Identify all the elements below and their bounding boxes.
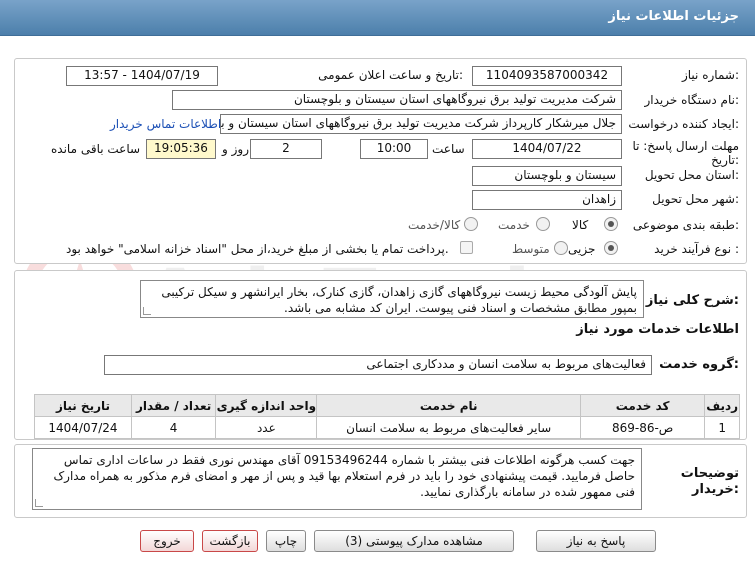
page-title: جزئیات اطلاعات نیاز — [608, 9, 739, 24]
service-group-label: گروه خدمت: — [659, 357, 739, 372]
category-radio-service[interactable] — [536, 217, 550, 231]
category-option-service: خدمت — [498, 218, 530, 232]
deadline-label: مهلت ارسال پاسخ: تا — [632, 139, 739, 153]
col-service-name: نام خدمت — [316, 394, 581, 417]
need-number-label: شماره نیاز: — [681, 68, 739, 82]
category-option-goods: کالا — [572, 218, 589, 232]
cell-unit: عدد — [215, 416, 318, 439]
province-label: استان محل تحویل: — [644, 168, 739, 182]
description-text: پایش آلودگی محیط زیست نیروگاههای گازی زا… — [140, 280, 644, 318]
category-radio-goods[interactable] — [604, 217, 618, 231]
remaining-label: ساعت باقی مانده — [51, 142, 141, 156]
resize-grip-icon[interactable] — [35, 499, 43, 507]
col-row: ردیف — [704, 394, 740, 417]
treasury-payment-note: پرداخت تمام یا بخشی از مبلغ خرید،از محل … — [66, 242, 449, 256]
process-radio-minor[interactable] — [604, 241, 618, 255]
services-table: تاریخ نیاز تعداد / مقدار واحد اندازه گیر… — [34, 394, 740, 439]
cell-quantity: 4 — [130, 416, 217, 439]
contact-info-link[interactable]: اطلاعات تماس خریدار — [110, 117, 221, 131]
reply-button[interactable]: پاسخ به نیاز — [536, 530, 656, 552]
category-option-both: کالا/خدمت — [408, 218, 461, 232]
buyer-org-label: نام دستگاه خریدار: — [644, 93, 740, 107]
process-option-medium: متوسط — [512, 242, 550, 256]
table-header-row: تاریخ نیاز تعداد / مقدار واحد اندازه گیر… — [34, 394, 740, 417]
category-radio-both[interactable] — [464, 217, 478, 231]
description-label: شرح کلی نیاز: — [645, 293, 739, 308]
cell-service-name: سایر فعالیت‌های مربوط به سلامت انسان — [316, 416, 581, 439]
creator-label: ایجاد کننده درخواست: — [628, 117, 739, 131]
title-bar: جزئیات اطلاعات نیاز — [0, 0, 755, 36]
service-group-field: فعالیت‌های مربوط به سلامت انسان و مددکار… — [104, 355, 652, 375]
buyer-org-field: شرکت مدیریت تولید برق نیروگاههای استان س… — [172, 90, 622, 110]
process-radio-medium[interactable] — [554, 241, 568, 255]
treasury-payment-checkbox[interactable] — [460, 241, 473, 254]
cell-service-code: ص-86-869 — [579, 416, 706, 439]
deadline-hour-label: ساعت — [432, 142, 465, 156]
category-label: طبقه بندی موضوعی: — [632, 218, 739, 232]
resize-grip-icon[interactable] — [143, 307, 151, 315]
cell-need-date: 1404/07/24 — [34, 416, 132, 439]
announce-date-field: 1404/07/19 - 13:57 — [66, 66, 218, 86]
buyer-notes-label-2: خریدار: — [692, 482, 739, 497]
exit-button[interactable]: خروج — [140, 530, 194, 552]
col-quantity: تعداد / مقدار — [130, 394, 217, 417]
deadline-date-field: 1404/07/22 — [472, 139, 622, 159]
announce-date-label: تاریخ و ساعت اعلان عمومی: — [318, 68, 463, 82]
services-section-title: اطلاعات خدمات مورد نیاز — [576, 322, 739, 337]
province-field: سیستان و بلوچستان — [472, 166, 622, 186]
city-label: شهر محل تحویل: — [652, 192, 739, 206]
process-option-minor: جزیی — [568, 242, 596, 256]
buyer-notes-label: توضیحات — [680, 466, 739, 481]
need-number-field: 1104093587000342 — [472, 66, 622, 86]
process-label: نوع فرآیند خرید : — [654, 242, 739, 256]
creator-field: جلال میرشکار کارپرداز شرکت مدیریت تولید … — [220, 114, 622, 134]
deadline-date-label: تاریخ: — [711, 153, 739, 167]
print-button[interactable]: چاپ — [266, 530, 306, 552]
view-attachments-button[interactable]: مشاهده مدارک پیوستی (3) — [314, 530, 514, 552]
remaining-time-field: 19:05:36 — [146, 139, 216, 159]
city-field: زاهدان — [472, 190, 622, 210]
days-label: روز و — [222, 142, 249, 156]
deadline-hour-field: 10:00 — [360, 139, 428, 159]
col-unit: واحد اندازه گیری — [215, 394, 318, 417]
buyer-notes-content: جهت کسب هرگونه اطلاعات فنی بیشتر با شمار… — [53, 453, 635, 499]
back-button[interactable]: بازگشت — [202, 530, 258, 552]
table-row: 1404/07/24 4 عدد سایر فعالیت‌های مربوط ب… — [34, 416, 740, 439]
col-need-date: تاریخ نیاز — [34, 394, 132, 417]
days-field: 2 — [250, 139, 322, 159]
buyer-notes-text: جهت کسب هرگونه اطلاعات فنی بیشتر با شمار… — [32, 448, 642, 510]
cell-row-number: 1 — [704, 416, 740, 439]
need-info-panel — [14, 58, 747, 264]
col-service-code: کد خدمت — [579, 394, 706, 417]
description-content: پایش آلودگی محیط زیست نیروگاههای گازی زا… — [161, 285, 637, 315]
